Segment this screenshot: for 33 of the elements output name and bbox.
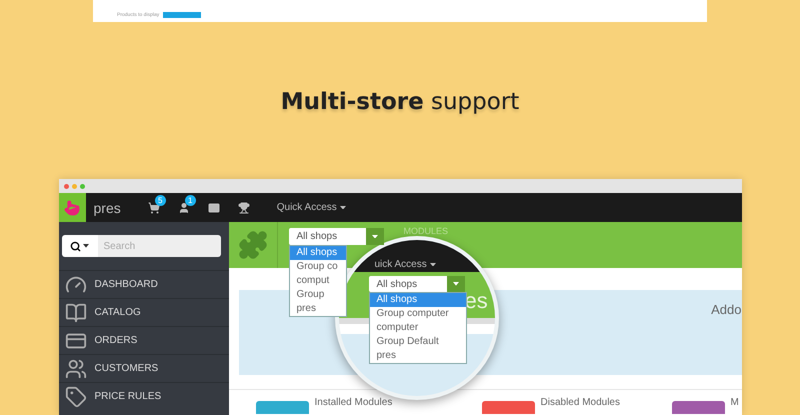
sidebar-item[interactable]: ORDERS [58,326,228,354]
price-rules-icon [64,386,86,408]
sidebar-item[interactable]: DASHBOARD [58,270,228,298]
hand-pointer-icon [64,200,80,216]
catalog-icon [64,302,86,324]
caret-icon [340,206,346,210]
quick-access-menu[interactable]: Quick Access [276,202,346,213]
card-label[interactable]: Disabled Modules [540,397,620,408]
heading: Multi-store support [280,88,520,116]
trophy-icon[interactable] [238,202,250,214]
quick-access-menu[interactable]: uick Access [374,259,436,270]
card-label[interactable]: M [730,397,739,408]
sidebar-item[interactable]: CATALOG [58,298,228,326]
customers-icon [64,358,86,380]
sidebar-item[interactable]: CUSTOMERS [58,354,228,382]
search-button[interactable] [62,235,98,257]
panel-text: Addo [711,302,742,319]
card-label[interactable]: Installed Modules [314,397,392,408]
search-icon [70,240,81,252]
shop-option[interactable]: All shops [290,246,346,260]
puzzle-icon [238,230,268,260]
cart-icon[interactable] [148,202,160,214]
count-badge: 5 [154,194,166,206]
shop-option[interactable]: All shops [370,293,466,307]
user-icon[interactable] [178,202,190,214]
shop-select[interactable]: All shops [288,228,384,245]
shop-name[interactable]: pres [94,200,121,216]
search-field[interactable]: Search [98,235,220,257]
sidebar-item[interactable]: PRICE RULES [58,382,228,410]
shop-select[interactable]: All shops [368,276,464,292]
caret-icon [452,282,458,286]
caret-icon [83,244,89,248]
count-badge: 1 [184,194,196,206]
